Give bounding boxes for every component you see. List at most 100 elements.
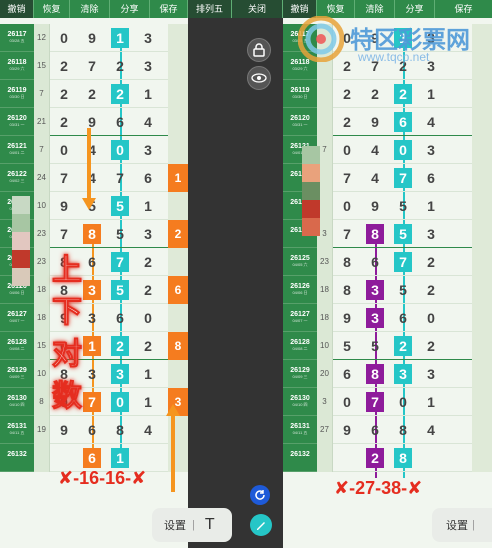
digit-cell[interactable]: 1 bbox=[419, 192, 443, 220]
digit-cell[interactable]: 6 bbox=[136, 164, 160, 192]
digit-cell[interactable] bbox=[335, 444, 359, 472]
digit-cell[interactable]: 8 bbox=[363, 220, 387, 248]
digit-cell[interactable]: 0 bbox=[391, 388, 415, 416]
digit-cell[interactable]: 3 bbox=[108, 360, 132, 388]
digit-cell[interactable]: 4 bbox=[363, 136, 387, 164]
digit-cell[interactable]: 0 bbox=[52, 136, 76, 164]
digit-cell[interactable]: 3 bbox=[136, 52, 160, 80]
digit-cell[interactable]: 7 bbox=[391, 164, 415, 192]
digit-cell[interactable]: 5 bbox=[391, 192, 415, 220]
digit-cell[interactable]: 5 bbox=[391, 276, 415, 304]
digit-cell[interactable]: 7 bbox=[335, 164, 359, 192]
digit-cell[interactable]: 4 bbox=[80, 164, 104, 192]
digit-cell[interactable]: 8 bbox=[391, 416, 415, 444]
digit-cell[interactable]: 2 bbox=[108, 332, 132, 360]
digit-cell[interactable]: 2 bbox=[335, 80, 359, 108]
clear-button[interactable]: 清除 bbox=[70, 0, 110, 18]
digit-cell[interactable]: 9 bbox=[52, 192, 76, 220]
digit-cell[interactable]: 1 bbox=[136, 388, 160, 416]
digit-cell[interactable]: 3 bbox=[136, 24, 160, 52]
digit-cell[interactable]: 4 bbox=[80, 136, 104, 164]
digit-cell[interactable]: 2 bbox=[136, 332, 160, 360]
digit-cell[interactable]: 2 bbox=[419, 248, 443, 276]
text-tool-icon[interactable]: T bbox=[205, 516, 215, 534]
digit-cell[interactable]: 6 bbox=[363, 416, 387, 444]
digit-cell[interactable]: 6 bbox=[108, 304, 132, 332]
digit-cell[interactable]: 2 bbox=[391, 80, 415, 108]
digit-cell[interactable]: 4 bbox=[136, 108, 160, 136]
digit-cell[interactable]: 7 bbox=[335, 220, 359, 248]
digit-cell[interactable]: 6 bbox=[419, 164, 443, 192]
redo-button[interactable]: 恢复 bbox=[34, 0, 70, 18]
digit-cell[interactable]: 2 bbox=[363, 80, 387, 108]
digit-cell[interactable]: 8 bbox=[80, 220, 104, 248]
digit-cell[interactable]: 2 bbox=[136, 248, 160, 276]
digit-cell[interactable]: 6 bbox=[80, 416, 104, 444]
digit-cell[interactable]: 1 bbox=[419, 80, 443, 108]
digit-cell[interactable]: 0 bbox=[108, 136, 132, 164]
digit-cell[interactable]: 9 bbox=[363, 108, 387, 136]
lock-icon[interactable] bbox=[247, 38, 271, 62]
digit-cell[interactable]: 0 bbox=[136, 304, 160, 332]
digit-cell[interactable]: 2 bbox=[419, 276, 443, 304]
digit-cell[interactable]: 6 bbox=[80, 248, 104, 276]
digit-cell[interactable]: 6 bbox=[108, 108, 132, 136]
digit-cell[interactable]: 6 bbox=[391, 108, 415, 136]
digit-cell[interactable]: 0 bbox=[335, 136, 359, 164]
digit-cell[interactable]: 8 bbox=[391, 444, 415, 472]
digit-cell[interactable]: 3 bbox=[419, 360, 443, 388]
digit-cell[interactable]: 3 bbox=[80, 276, 104, 304]
digit-cell[interactable]: 0 bbox=[108, 388, 132, 416]
digit-cell[interactable]: 2 bbox=[391, 332, 415, 360]
digit-cell[interactable]: 5 bbox=[335, 332, 359, 360]
digit-cell[interactable]: 1 bbox=[419, 388, 443, 416]
digit-cell[interactable]: 8 bbox=[108, 416, 132, 444]
digit-cell[interactable]: 3 bbox=[419, 136, 443, 164]
digit-cell[interactable]: 0 bbox=[391, 136, 415, 164]
digit-cell[interactable]: 6 bbox=[363, 248, 387, 276]
digit-cell[interactable]: 2 bbox=[108, 80, 132, 108]
refresh-icon[interactable] bbox=[250, 485, 270, 505]
digit-cell[interactable]: 2 bbox=[363, 444, 387, 472]
digit-cell[interactable]: 3 bbox=[136, 136, 160, 164]
digit-cell[interactable]: 0 bbox=[335, 192, 359, 220]
digit-cell[interactable]: 0 bbox=[419, 304, 443, 332]
undo-button[interactable]: 撤销 bbox=[0, 0, 34, 18]
settings-label[interactable]: 设置 bbox=[164, 517, 186, 533]
eye-icon[interactable] bbox=[247, 66, 271, 90]
digit-cell[interactable]: 4 bbox=[363, 164, 387, 192]
digit-cell[interactable]: 0 bbox=[52, 24, 76, 52]
pen-icon[interactable] bbox=[250, 514, 272, 536]
digit-cell[interactable]: 3 bbox=[363, 276, 387, 304]
digit-cell[interactable]: 7 bbox=[80, 388, 104, 416]
digit-cell[interactable]: 9 bbox=[335, 304, 359, 332]
digit-cell[interactable]: 2 bbox=[80, 80, 104, 108]
digit-cell[interactable]: 8 bbox=[335, 248, 359, 276]
digit-cell[interactable]: 7 bbox=[391, 248, 415, 276]
digit-cell[interactable]: 1 bbox=[108, 24, 132, 52]
digit-cell[interactable]: 7 bbox=[80, 52, 104, 80]
digit-cell[interactable]: 4 bbox=[136, 416, 160, 444]
digit-cell[interactable]: 1 bbox=[136, 80, 160, 108]
digit-cell[interactable]: 5 bbox=[363, 332, 387, 360]
digit-cell[interactable]: 4 bbox=[419, 108, 443, 136]
digit-cell[interactable]: 9 bbox=[52, 416, 76, 444]
digit-cell[interactable]: 8 bbox=[335, 276, 359, 304]
digit-cell[interactable] bbox=[419, 444, 443, 472]
digit-cell[interactable]: 1 bbox=[80, 332, 104, 360]
digit-cell[interactable]: 7 bbox=[108, 248, 132, 276]
digit-cell[interactable]: 9 bbox=[335, 416, 359, 444]
digit-cell[interactable]: 3 bbox=[363, 304, 387, 332]
digit-cell[interactable]: 2 bbox=[52, 80, 76, 108]
digit-cell[interactable]: 2 bbox=[136, 276, 160, 304]
digit-cell[interactable]: 5 bbox=[391, 220, 415, 248]
share-button[interactable]: 分享 bbox=[110, 0, 150, 18]
digit-cell[interactable]: 3 bbox=[136, 220, 160, 248]
digit-cell[interactable]: 2 bbox=[52, 52, 76, 80]
digit-cell[interactable]: 9 bbox=[363, 192, 387, 220]
digit-cell[interactable]: 7 bbox=[52, 220, 76, 248]
digit-cell[interactable]: 1 bbox=[136, 192, 160, 220]
digit-cell[interactable]: 9 bbox=[80, 108, 104, 136]
digit-cell[interactable]: 3 bbox=[419, 220, 443, 248]
digit-cell[interactable]: 7 bbox=[108, 164, 132, 192]
